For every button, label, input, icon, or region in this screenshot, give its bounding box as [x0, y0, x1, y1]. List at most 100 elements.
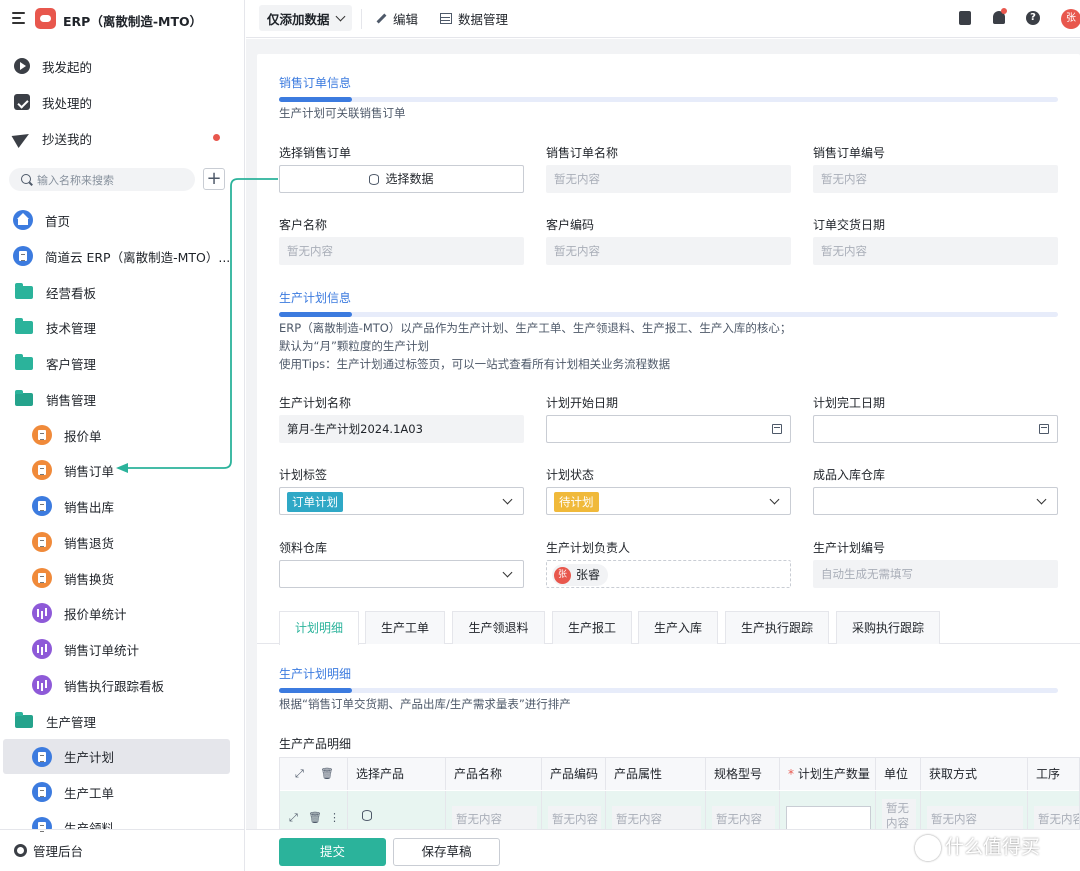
- help-icon[interactable]: ?: [1026, 11, 1040, 25]
- trash-icon[interactable]: 🗑: [320, 758, 334, 790]
- calendar-icon: [1039, 424, 1049, 434]
- delivery-date-field: 暂无内容: [813, 237, 1058, 265]
- quick-item-label: 我处理的: [42, 95, 93, 111]
- nav-item-quote[interactable]: 报价单: [32, 420, 102, 450]
- tab-exec-track[interactable]: 生产执行跟踪: [725, 611, 829, 644]
- nav-label: 销售出库: [64, 499, 115, 515]
- table-header: 工序: [1028, 758, 1079, 790]
- section-desc: 默认为“月”颗粒度的生产计划: [279, 339, 429, 353]
- nav-item-sales-out[interactable]: 销售出库: [32, 491, 114, 521]
- nav-item-exec-board[interactable]: 销售执行跟踪看板: [32, 670, 164, 700]
- table-header-actions: ⤢ 🗑: [280, 758, 348, 790]
- nav-item-tech[interactable]: 技术管理: [15, 312, 96, 342]
- tab-report[interactable]: 生产报工: [552, 611, 632, 644]
- table-header: 单位: [876, 758, 921, 790]
- section-desc: 生产计划可关联销售订单: [279, 106, 406, 120]
- toolbar: 仅添加数据 编辑 数据管理 ? 张: [246, 0, 1080, 38]
- quick-item-handled[interactable]: 我处理的: [14, 91, 92, 113]
- nav-item-sales-order[interactable]: 销售订单: [32, 455, 114, 485]
- select-data-button[interactable]: 选择数据: [279, 165, 524, 193]
- book-icon[interactable]: [959, 11, 971, 25]
- nav-label: 简道云 ERP（离散制造-MTO）...: [45, 249, 231, 265]
- nav-item-work-order[interactable]: 生产工单: [32, 777, 114, 807]
- plan-tag-chip: 订单计划: [287, 492, 343, 512]
- chevron-down-icon: [1036, 494, 1047, 505]
- nav-item-sales-return[interactable]: 销售退货: [32, 527, 114, 557]
- plan-tag-select[interactable]: 订单计划: [279, 487, 524, 515]
- tab-material[interactable]: 生产领退料: [452, 611, 545, 644]
- trash-icon[interactable]: 🗑: [308, 811, 322, 824]
- watermark: 什么值得买: [915, 832, 1040, 861]
- chart-icon: [32, 639, 52, 659]
- menu-icon[interactable]: [12, 12, 25, 24]
- nav-item-customer[interactable]: 客户管理: [15, 348, 96, 378]
- field-label: 订单交货日期: [813, 218, 886, 232]
- order-no-field: 暂无内容: [813, 165, 1058, 193]
- plan-status-chip: 待计划: [554, 492, 599, 512]
- save-draft-button[interactable]: 保存草稿: [393, 838, 500, 866]
- chart-icon: [32, 603, 52, 623]
- chevron-down-icon: [502, 567, 513, 578]
- nav-item-production[interactable]: 生产管理: [15, 706, 96, 736]
- folder-open-icon: [15, 389, 33, 406]
- data-manage-button[interactable]: 数据管理: [440, 5, 508, 31]
- field-label: 客户名称: [279, 218, 328, 232]
- nav-item-quote-stats[interactable]: 报价单统计: [32, 598, 127, 628]
- nav-label: 客户管理: [46, 356, 97, 372]
- field-label: 生产计划负责人: [546, 541, 631, 555]
- nav-label: 报价单统计: [64, 606, 127, 622]
- nav-item-sales[interactable]: 销售管理: [15, 384, 96, 414]
- nav-label: 销售换货: [64, 571, 115, 587]
- quick-item-cc[interactable]: 抄送我的: [11, 127, 92, 149]
- main-area: 销售订单信息 生产计划可关联销售订单 选择销售订单 选择数据 销售订单名称 暂无…: [246, 39, 1080, 871]
- submit-button[interactable]: 提交: [279, 838, 386, 866]
- quick-item-initiated[interactable]: 我发起的: [14, 55, 92, 77]
- section-desc: 根据“销售订单交货期、产品出库/生产需求量表”进行排产: [279, 697, 571, 711]
- plan-status-select[interactable]: 待计划: [546, 487, 791, 515]
- user-chip: 张 张睿: [552, 564, 609, 586]
- end-date-input[interactable]: [813, 415, 1058, 443]
- add-button[interactable]: +: [203, 168, 225, 190]
- warehouse-select[interactable]: [813, 487, 1058, 515]
- section-title-sales: 销售订单信息: [279, 76, 352, 90]
- search-input[interactable]: 输入名称来搜索: [9, 168, 195, 191]
- data-manage-label: 数据管理: [458, 11, 509, 27]
- notification-dot: [1001, 8, 1007, 14]
- nav-item-erp[interactable]: 简道云 ERP（离散制造-MTO）...: [13, 241, 230, 271]
- table-icon: [440, 12, 452, 24]
- expand-icon[interactable]: ⤢: [289, 811, 298, 825]
- nav-item-production-plan[interactable]: 生产计划: [3, 739, 230, 774]
- nav-item-dashboard[interactable]: 经营看板: [15, 277, 96, 307]
- nav-label: 销售订单: [64, 463, 115, 479]
- doc-icon: [32, 460, 52, 480]
- tab-plan-detail[interactable]: 计划明细: [279, 611, 359, 645]
- section-title-plan: 生产计划信息: [279, 291, 352, 305]
- tab-inbound[interactable]: 生产入库: [638, 611, 718, 644]
- plan-no-field: 自动生成无需填写: [813, 560, 1058, 588]
- section-title-detail: 生产计划明细: [279, 667, 352, 681]
- database-icon: [362, 810, 372, 821]
- doc-icon: [32, 568, 52, 588]
- chevron-down-icon: [335, 11, 345, 21]
- mode-dropdown[interactable]: 仅添加数据: [259, 5, 352, 31]
- nav-item-sales-exchange[interactable]: 销售换货: [32, 563, 114, 593]
- table-header: 产品编码: [542, 758, 606, 790]
- owner-picker[interactable]: 张 张睿: [546, 560, 791, 588]
- tab-purchase-track[interactable]: 采购执行跟踪: [836, 611, 940, 644]
- nav-item-order-stats[interactable]: 销售订单统计: [32, 634, 139, 664]
- expand-icon[interactable]: ⤢: [295, 758, 304, 790]
- section-bar: [279, 97, 1058, 102]
- tab-work-order[interactable]: 生产工单: [365, 611, 445, 644]
- select-data-label: 选择数据: [385, 172, 434, 186]
- start-date-input[interactable]: [546, 415, 791, 443]
- nav-item-home[interactable]: 首页: [13, 205, 70, 235]
- nav-label: 首页: [45, 213, 71, 229]
- table-header: 产品名称: [446, 758, 542, 790]
- edit-button[interactable]: 编辑: [376, 5, 418, 31]
- more-icon[interactable]: ⋮: [329, 811, 340, 824]
- nav-label: 报价单: [64, 428, 102, 444]
- material-warehouse-select[interactable]: [279, 560, 524, 588]
- avatar[interactable]: 张: [1061, 9, 1080, 29]
- doc-icon: [32, 532, 52, 552]
- admin-link[interactable]: 管理后台: [0, 829, 244, 871]
